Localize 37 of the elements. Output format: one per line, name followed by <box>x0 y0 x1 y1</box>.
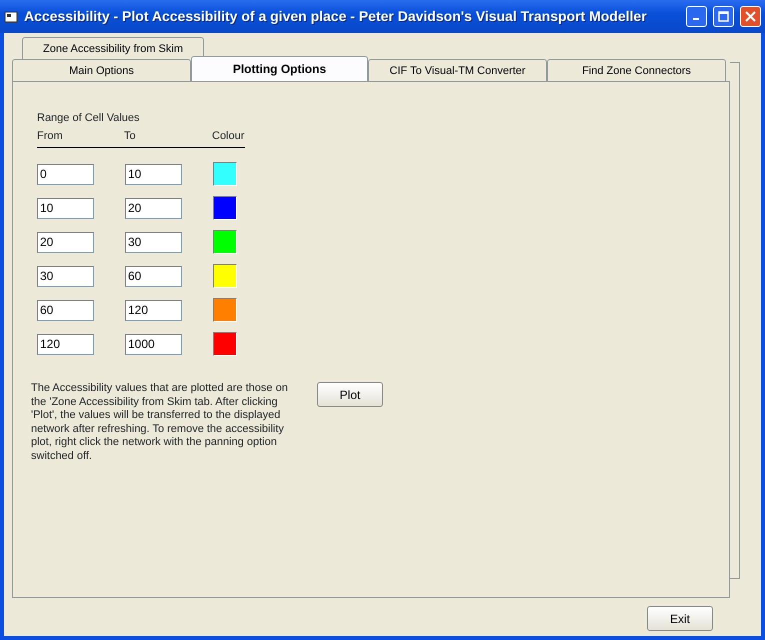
tab[interactable]: Find Zone Connectors <box>547 59 726 81</box>
tab[interactable]: Zone Accessibility from Skim <box>22 37 204 59</box>
column-header: Colour <box>212 130 244 142</box>
column-header: From <box>37 130 63 142</box>
value-field[interactable]: 120 <box>37 334 94 354</box>
app-icon <box>4 10 18 24</box>
colour-swatch[interactable] <box>213 230 237 254</box>
colour-swatch[interactable] <box>213 196 237 220</box>
tab[interactable]: Plotting Options <box>191 56 368 81</box>
tab[interactable]: Main Options <box>12 59 191 81</box>
maximize-button[interactable] <box>713 6 734 27</box>
colour-swatch[interactable] <box>213 298 237 322</box>
value-field[interactable]: 10 <box>37 198 94 218</box>
help-text: The Accessibility values that are plotted are those on the 'Zone Accessibility from Skim tab. After clicking 'Plot', the values will be transferred to the displayed network after refreshing. To remove the accessibility plot, right click the network with the panning option switched off. <box>31 382 289 463</box>
maximize-icon <box>718 11 729 22</box>
close-button[interactable] <box>740 6 761 27</box>
value-field[interactable]: 20 <box>37 232 94 252</box>
value-field[interactable]: 10 <box>125 164 182 184</box>
value-field[interactable]: 30 <box>37 266 94 286</box>
minimize-button[interactable] <box>686 6 707 27</box>
colour-swatch[interactable] <box>213 332 237 356</box>
exit-button[interactable]: Exit <box>647 606 713 631</box>
value-field[interactable]: 20 <box>125 198 182 218</box>
colour-swatch[interactable] <box>213 264 237 288</box>
tab[interactable]: CIF To Visual-TM Converter <box>368 59 547 81</box>
colour-swatch[interactable] <box>213 162 237 186</box>
window-title: Accessibility - Plot Accessibility of a given place - Peter Davidson's Visual Transport Modeller <box>24 7 648 26</box>
section-label: Range of Cell Values <box>37 111 140 125</box>
value-field[interactable]: 1000 <box>125 334 182 354</box>
column-header: To <box>124 130 136 142</box>
plot-button[interactable]: Plot <box>317 382 383 407</box>
value-field[interactable]: 30 <box>125 232 182 252</box>
value-field[interactable]: 0 <box>37 164 94 184</box>
value-field[interactable]: 60 <box>125 266 182 286</box>
close-icon <box>745 11 756 22</box>
value-field[interactable]: 120 <box>125 300 182 320</box>
value-field[interactable]: 60 <box>37 300 94 320</box>
